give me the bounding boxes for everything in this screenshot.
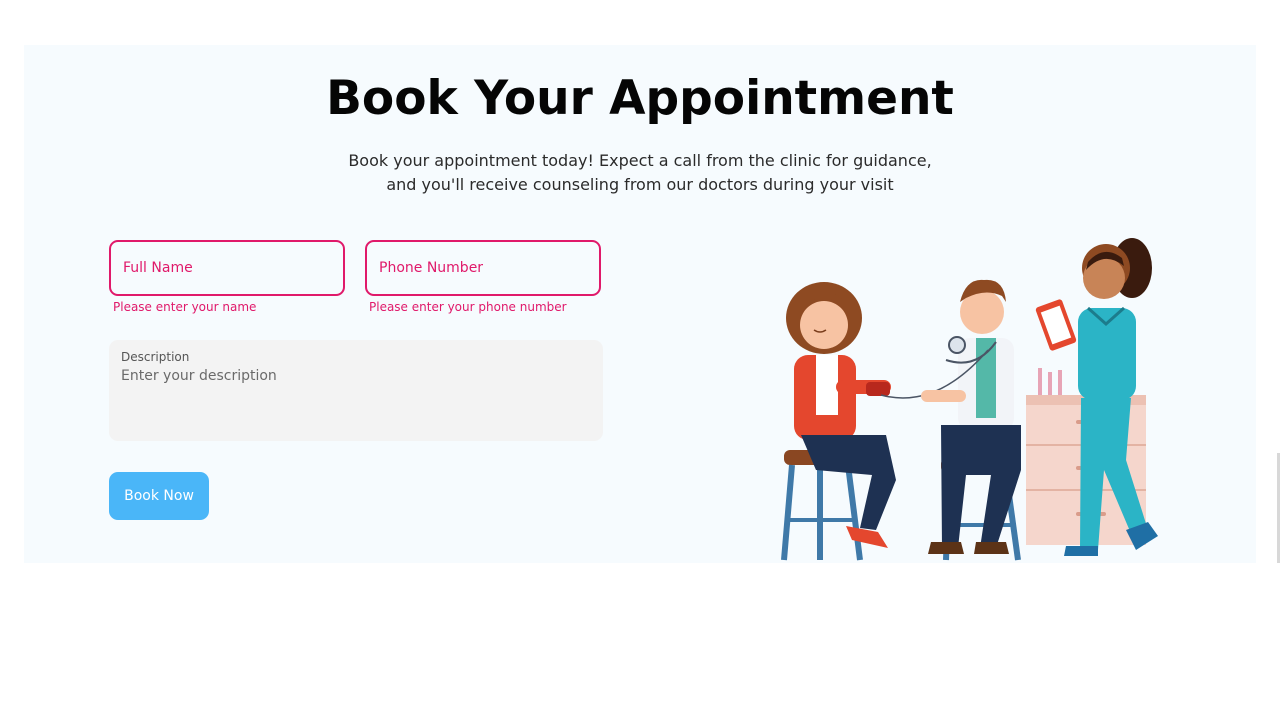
- full-name-error: Please enter your name: [113, 300, 257, 314]
- page-subtitle: Book your appointment today! Expect a ca…: [24, 149, 1256, 197]
- description-label: Description: [121, 350, 190, 364]
- patient-icon: [786, 282, 896, 548]
- description-field[interactable]: Description: [109, 340, 603, 441]
- full-name-input[interactable]: [123, 260, 331, 276]
- doctor-patient-nurse-illustration-icon: [781, 238, 1158, 561]
- subtitle-line-2: and you'll receive counseling from our d…: [386, 175, 894, 194]
- book-now-button[interactable]: Book Now: [109, 472, 209, 520]
- phone-number-field[interactable]: [365, 240, 601, 296]
- appointment-section: Book Your Appointment Book your appointm…: [24, 45, 1256, 563]
- subtitle-line-1: Book your appointment today! Expect a ca…: [348, 151, 932, 170]
- page-title: Book Your Appointment: [326, 71, 954, 126]
- phone-number-input[interactable]: [379, 260, 587, 276]
- phone-number-error: Please enter your phone number: [369, 300, 567, 314]
- full-name-field[interactable]: [109, 240, 345, 296]
- doctor-icon: [880, 279, 1021, 554]
- description-input[interactable]: [121, 368, 591, 418]
